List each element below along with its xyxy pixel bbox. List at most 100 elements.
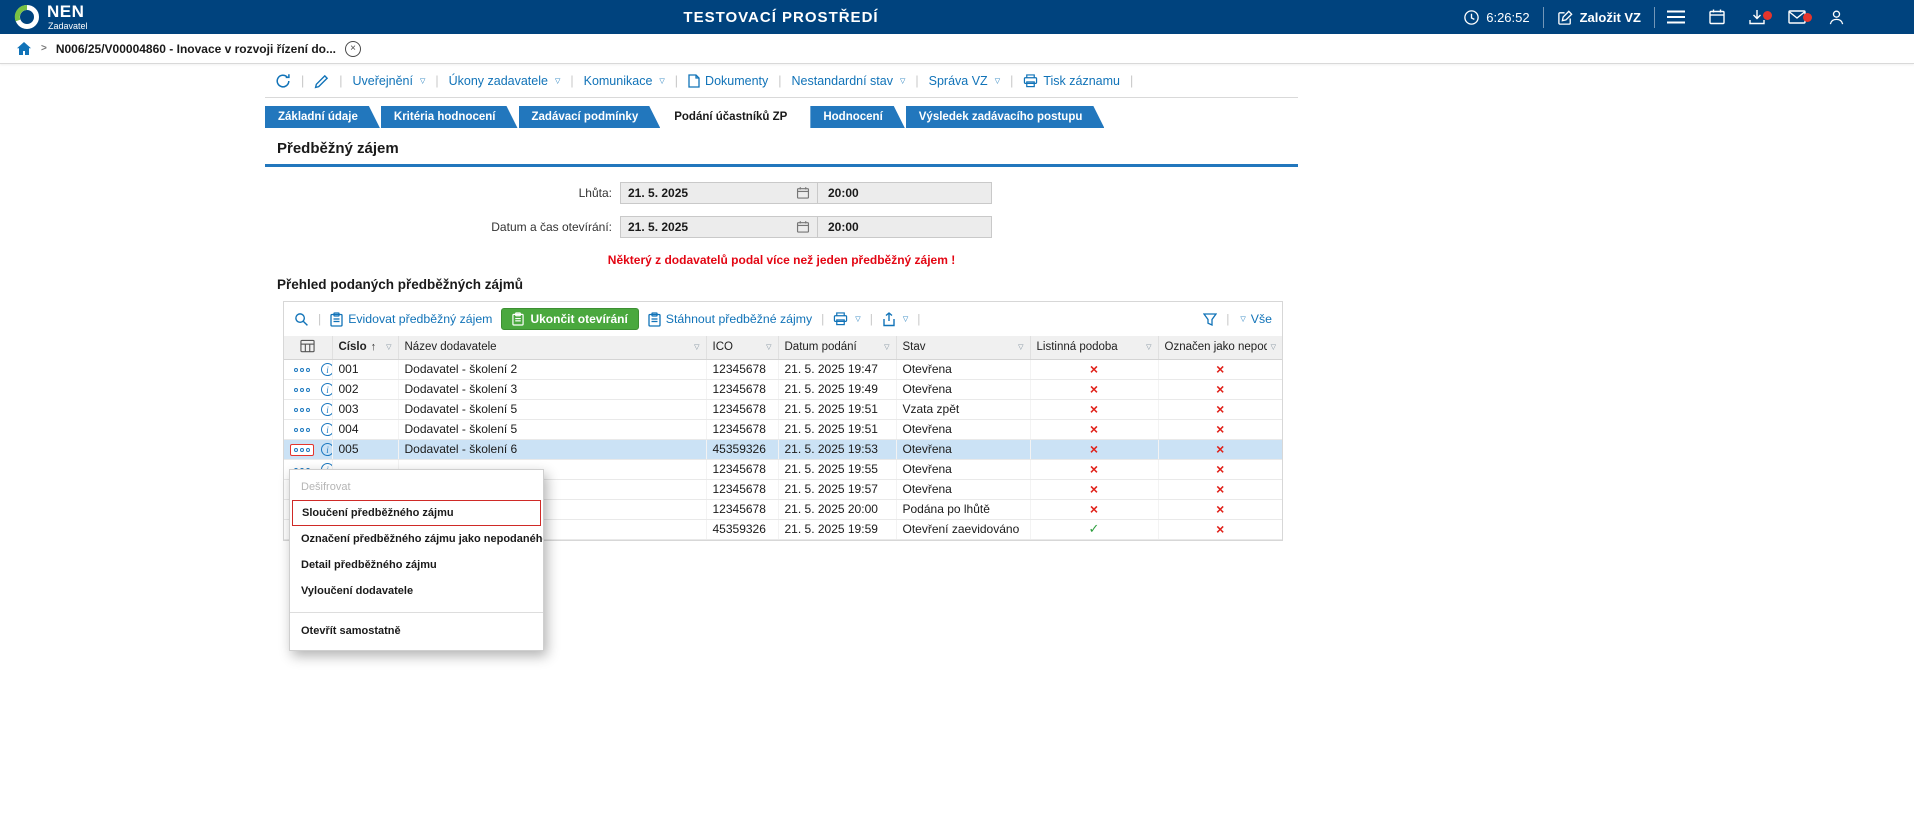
calendar-icon[interactable] — [796, 186, 810, 200]
separator: | — [778, 74, 782, 88]
record-toolbar-item-1[interactable]: Uveřejnění ▽ — [353, 74, 426, 88]
view-all-dropdown[interactable]: ▽ Vše — [1238, 312, 1272, 326]
context-menu-item-2[interactable]: Sloučení předběžného zájmu — [292, 500, 541, 526]
table-row-4[interactable]: i 004 Dodavatel - školení 5 12345678 21. 5. … — [284, 419, 1282, 440]
home-icon[interactable] — [16, 41, 32, 56]
table-row-2[interactable]: i 002 Dodavatel - školení 3 12345678 21. 5. … — [284, 379, 1282, 400]
separator: | — [1129, 74, 1134, 88]
breadcrumb-current-item[interactable]: N006/25/V00004860 - Inovace v rozvoji ří… — [56, 42, 336, 56]
record-toolbar-item-2[interactable]: Úkony zadavatele ▽ — [449, 74, 561, 88]
row-info-icon[interactable]: i — [321, 423, 331, 437]
cell-text: Vzata zpět — [902, 402, 960, 416]
column-header-ico[interactable]: IČO — [713, 341, 733, 353]
edit-pencil-icon[interactable] — [314, 74, 329, 89]
topbar-actions: 6:26:52 Založit VZ — [1450, 0, 1914, 34]
row-info-icon[interactable]: i — [321, 363, 331, 377]
tab-4[interactable]: Podání účastníků ZP — [661, 106, 809, 128]
stahnout-button[interactable]: Stáhnout předběžné zájmy — [648, 311, 812, 327]
lhuta-date-field[interactable]: 21. 5. 2025 — [621, 183, 817, 203]
section-header: Předběžný zájem — [265, 128, 1298, 167]
clipboard-icon — [648, 311, 661, 327]
context-menu-item-4[interactable]: Detail předběžného zájmu — [290, 552, 543, 578]
filter-funnel-icon[interactable] — [1203, 312, 1218, 326]
record-toolbar-item-7[interactable]: Tisk záznamu — [1023, 74, 1120, 88]
create-vz-label: Založit VZ — [1579, 9, 1641, 25]
hamburger-menu-icon[interactable] — [1655, 9, 1697, 25]
tab-6[interactable]: Výsledek zadávacího postupu — [906, 106, 1105, 128]
grid-toolbar: | Evidovat předběžný zájem Ukončit oteví… — [284, 302, 1282, 336]
search-icon[interactable] — [294, 312, 309, 327]
column-header-cislo[interactable]: Číslo — [339, 341, 367, 353]
lhuta-time-field[interactable]: 20:00 — [817, 183, 991, 203]
cross-icon: × — [1089, 441, 1099, 457]
cell-text: Podána po lhůtě — [902, 502, 990, 516]
row-actions-icon[interactable] — [290, 364, 314, 376]
oteviranie-date-field[interactable]: 21. 5. 2025 — [621, 217, 817, 237]
table-row-5[interactable]: i 005 Dodavatel - školení 6 45359326 21. 5. … — [284, 439, 1282, 460]
oteviranie-time-field[interactable]: 20:00 — [817, 217, 991, 237]
record-toolbar: | | Uveřejnění ▽ | Úkony zadavatele ▽ | Komuni… — [265, 64, 1298, 98]
calendar-icon[interactable] — [1697, 8, 1737, 26]
context-menu-item-3[interactable]: Označení předběžného zájmu jako nepodané… — [290, 526, 543, 552]
calendar-icon[interactable] — [796, 220, 810, 234]
tab-3[interactable]: Zadávací podmínky — [519, 106, 661, 128]
column-header-listinna[interactable]: Listinná podoba — [1037, 341, 1118, 353]
tab-2[interactable]: Kritéria hodnocení — [381, 106, 518, 128]
column-header-datum[interactable]: Datum podání — [785, 341, 857, 353]
row-info-icon[interactable]: i — [321, 403, 331, 417]
record-toolbar-item-6[interactable]: Správa VZ ▽ — [929, 74, 1000, 88]
row-info-icon[interactable]: i — [321, 383, 331, 397]
record-toolbar-item-4[interactable]: Dokumenty — [688, 74, 768, 88]
row-actions-icon[interactable] — [290, 404, 314, 416]
date-value: 21. 5. 2025 — [628, 220, 689, 234]
evidovat-button[interactable]: Evidovat předběžný zájem — [330, 311, 492, 327]
print-menu-button[interactable]: ▽ — [833, 312, 861, 326]
table-row-1[interactable]: i 001 Dodavatel - školení 2 12345678 21. 5. … — [284, 359, 1282, 380]
form-row-oteviranie: Datum a čas otevírání: 21. 5. 2025 20:00 — [265, 216, 1298, 238]
close-icon[interactable]: × — [344, 40, 361, 57]
cell-text: Otevřena — [902, 482, 952, 496]
user-icon[interactable] — [1817, 9, 1856, 26]
notification-badge — [1763, 11, 1772, 20]
cell-text: 003 — [338, 402, 359, 416]
cell-text: Otevřena — [902, 362, 952, 376]
cross-icon: × — [1089, 461, 1099, 477]
row-actions-icon[interactable] — [290, 424, 314, 436]
chevron-down-icon: ▽ — [554, 78, 561, 85]
context-menu-item-5[interactable]: Vyloučení dodavatele — [290, 578, 543, 604]
column-filter-icon[interactable]: ▽ — [694, 343, 699, 351]
downloads-icon[interactable] — [1737, 8, 1777, 26]
create-vz-button[interactable]: Založit VZ — [1544, 9, 1654, 26]
column-filter-icon[interactable]: ▽ — [766, 343, 771, 351]
row-actions-icon[interactable] — [290, 443, 314, 456]
history-icon[interactable] — [275, 73, 291, 89]
nen-logo[interactable]: NEN Zadavatel — [14, 3, 88, 31]
column-header-stav[interactable]: Stav — [903, 341, 926, 353]
cell-text: Dodavatel - školení 5 — [404, 402, 518, 416]
chevron-down-icon: ▽ — [659, 78, 665, 85]
record-toolbar-item-5[interactable]: Nestandardní stav ▽ — [792, 74, 906, 88]
tab-1[interactable]: Základní údaje — [265, 106, 380, 128]
column-chooser-icon[interactable] — [300, 339, 315, 353]
column-filter-icon[interactable]: ▽ — [1018, 343, 1023, 351]
printer-icon — [833, 312, 848, 326]
context-menu-item-6[interactable]: Otevřít samostatně — [290, 618, 543, 644]
oteviranie-field-group: 21. 5. 2025 20:00 — [620, 216, 992, 238]
column-filter-icon[interactable]: ▽ — [1271, 343, 1276, 351]
column-header-nepodany[interactable]: Označen jako nepodaný — [1165, 341, 1267, 353]
cell-text: 12345678 — [712, 462, 766, 476]
column-filter-icon[interactable]: ▽ — [386, 343, 391, 351]
record-toolbar-item-3[interactable]: Komunikace ▽ — [584, 74, 665, 88]
sort-ascending-icon: ↑ — [370, 341, 377, 354]
mail-icon[interactable] — [1777, 10, 1817, 24]
column-filter-icon[interactable]: ▽ — [1146, 343, 1151, 351]
row-actions-icon[interactable] — [290, 384, 314, 396]
ukoncit-oteviranie-button[interactable]: Ukončit otevírání — [501, 308, 639, 330]
column-filter-icon[interactable]: ▽ — [884, 343, 889, 351]
tab-5[interactable]: Hodnocení — [810, 106, 904, 128]
cell-text: 45359326 — [712, 442, 766, 456]
table-row-3[interactable]: i 003 Dodavatel - školení 5 12345678 21. 5. … — [284, 399, 1282, 420]
row-info-icon[interactable]: i — [321, 443, 331, 457]
export-menu-button[interactable]: ▽ — [882, 311, 908, 327]
column-header-nazev[interactable]: Název dodavatele — [405, 341, 497, 353]
